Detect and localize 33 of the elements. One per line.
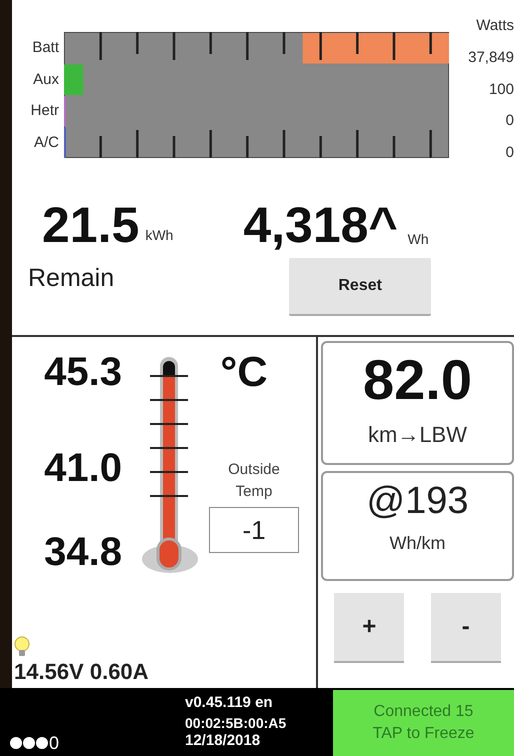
meter-label: Batt: [32, 38, 59, 58]
adjust-button[interactable]: -: [430, 593, 501, 663]
adjust-button[interactable]: +: [334, 593, 404, 663]
meter-label: Hetr: [30, 101, 59, 121]
low-temperature: 34.8: [44, 529, 122, 575]
meter-unit: Watts: [476, 16, 514, 36]
meter-reading: 0: [506, 111, 514, 131]
voltage-current-reading: 14.56V 0.60A: [14, 658, 150, 686]
date-text: 12/18/2018: [185, 732, 262, 749]
temperature-unit: °C: [220, 349, 268, 395]
device-address: 00:02:5B:00:A5: [185, 715, 288, 732]
efficiency-label: Wh/km: [390, 532, 446, 555]
meter-label: Aux: [33, 70, 59, 90]
mid-temperature: 41.0: [44, 445, 122, 492]
outside-temp-field: -1: [209, 507, 299, 553]
remaining-energy-unit: kWh: [145, 226, 174, 245]
meter-reading: 0: [506, 142, 514, 162]
outside-temp-label: Outside Temp: [227, 460, 281, 502]
light-bulb-icon: [14, 636, 30, 658]
meter-reading: 37,849: [468, 48, 514, 68]
distance-label: km→LBW: [368, 421, 467, 449]
reset-button[interactable]: Reset: [289, 258, 432, 316]
remain-label: Remain: [28, 263, 114, 294]
signal-count: 0: [49, 732, 60, 754]
version-text: v0.45.119 en: [185, 694, 274, 711]
remaining-energy-value: 21.5: [42, 200, 140, 250]
distance-value: 82.0: [363, 347, 472, 413]
meter-reading: 100: [488, 80, 514, 100]
used-energy-value: 4,318^: [243, 200, 398, 250]
meter-label: A/C: [34, 132, 59, 152]
high-temperature: 45.3: [44, 349, 122, 396]
used-energy-unit: Wh: [408, 230, 429, 249]
efficiency-value: @193: [366, 479, 468, 524]
